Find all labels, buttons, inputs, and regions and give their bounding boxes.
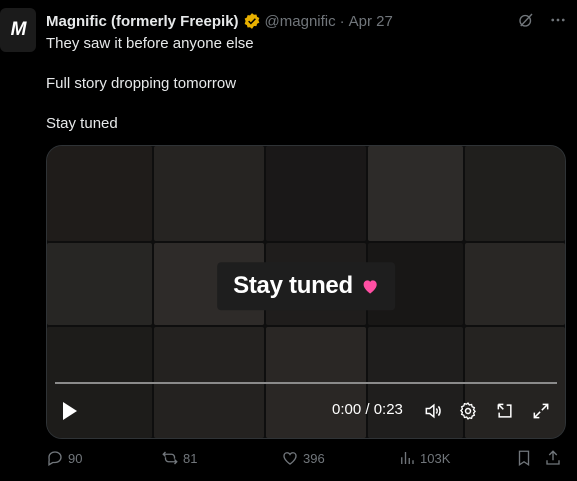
repost-button[interactable]: 81 [161,449,197,467]
tweet-text: They saw it before anyone else Full stor… [46,34,546,134]
video-progress-bar[interactable] [55,382,557,384]
play-icon[interactable] [61,401,79,421]
video-player[interactable]: Stay tuned 0:00 / 0:23 [46,145,566,439]
bookmark-icon [518,450,530,467]
bookmark-button[interactable] [515,449,533,467]
share-icon [546,450,560,465]
views-count: 103K [420,450,451,466]
tweet-line: Stay tuned [46,115,118,132]
video-time: 0:00 / 0:23 [332,401,403,418]
share-button[interactable] [544,449,562,467]
heart-emoji-icon [363,280,377,294]
author-handle[interactable]: @magnific [265,13,336,30]
settings-gear-icon[interactable] [457,400,479,422]
tweet-date[interactable]: Apr 27 [349,13,393,30]
fullscreen-icon[interactable] [530,400,552,422]
avatar[interactable]: M [0,8,36,52]
reply-count: 90 [68,450,83,466]
tweet-header: Magnific (formerly Freepik) @magnific · … [46,11,567,31]
repost-icon [162,451,178,465]
tweet: M Magnific (formerly Freepik) @magnific … [0,0,577,481]
reply-button[interactable]: 90 [46,449,82,467]
overlay-text: Stay tuned [233,272,353,300]
avatar-letter: M [10,19,27,40]
grok-icon[interactable] [517,11,535,33]
repost-count: 81 [183,450,198,466]
like-button[interactable]: 396 [281,449,325,467]
tweet-line: Full story dropping tomorrow [46,75,237,92]
video-controls: 0:00 / 0:23 [47,386,565,438]
action-bar: 90 81 396 103K [46,449,567,471]
more-icon[interactable] [549,11,567,33]
volume-icon[interactable] [422,400,444,422]
picture-in-picture-icon[interactable] [494,400,516,422]
header-actions [517,11,567,33]
video-overlay-caption: Stay tuned [217,262,395,311]
views-button[interactable]: 103K [398,449,450,467]
author-name[interactable]: Magnific (formerly Freepik) [46,13,239,30]
separator-dot: · [339,12,345,30]
verified-badge-icon[interactable] [243,12,261,30]
tweet-line: They saw it before anyone else [46,35,254,52]
like-count: 396 [303,450,325,466]
reply-icon [48,451,62,466]
like-icon [283,452,297,465]
views-icon [401,452,414,464]
